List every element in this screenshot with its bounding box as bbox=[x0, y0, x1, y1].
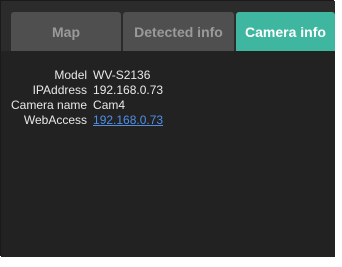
camera-name-label: Camera name bbox=[11, 98, 88, 112]
model-value: WV-S2136 bbox=[93, 68, 151, 82]
info-row-camera-name: Camera name Cam4 bbox=[11, 98, 163, 113]
webaccess-cell: 192.168.0.73 bbox=[93, 113, 163, 128]
camera-info-content: Model WV-S2136 IPAddress 192.168.0.73 Ca… bbox=[1, 51, 335, 257]
tab-camera-info[interactable]: Camera info bbox=[236, 12, 335, 51]
camera-panel: Map Detected info Camera info Model WV-S… bbox=[0, 0, 335, 257]
webaccess-label: WebAccess bbox=[23, 113, 88, 127]
ipaddress-label: IPAddress bbox=[32, 83, 88, 97]
model-label: Model bbox=[54, 68, 88, 82]
ipaddress-value: 192.168.0.73 bbox=[93, 83, 164, 97]
tab-map[interactable]: Map bbox=[11, 12, 121, 51]
info-row-ipaddress: IPAddress 192.168.0.73 bbox=[11, 83, 164, 98]
camera-info-table: Model WV-S2136 IPAddress 192.168.0.73 Ca… bbox=[11, 68, 163, 128]
tab-detected-info[interactable]: Detected info bbox=[123, 12, 234, 51]
tab-bar: Map Detected info Camera info bbox=[1, 1, 335, 51]
info-row-model: Model WV-S2136 bbox=[11, 68, 163, 83]
webaccess-link[interactable]: 192.168.0.73 bbox=[93, 113, 163, 127]
info-row-webaccess: WebAccess 192.168.0.73 bbox=[11, 113, 163, 128]
camera-name-value: Cam4 bbox=[93, 98, 126, 112]
